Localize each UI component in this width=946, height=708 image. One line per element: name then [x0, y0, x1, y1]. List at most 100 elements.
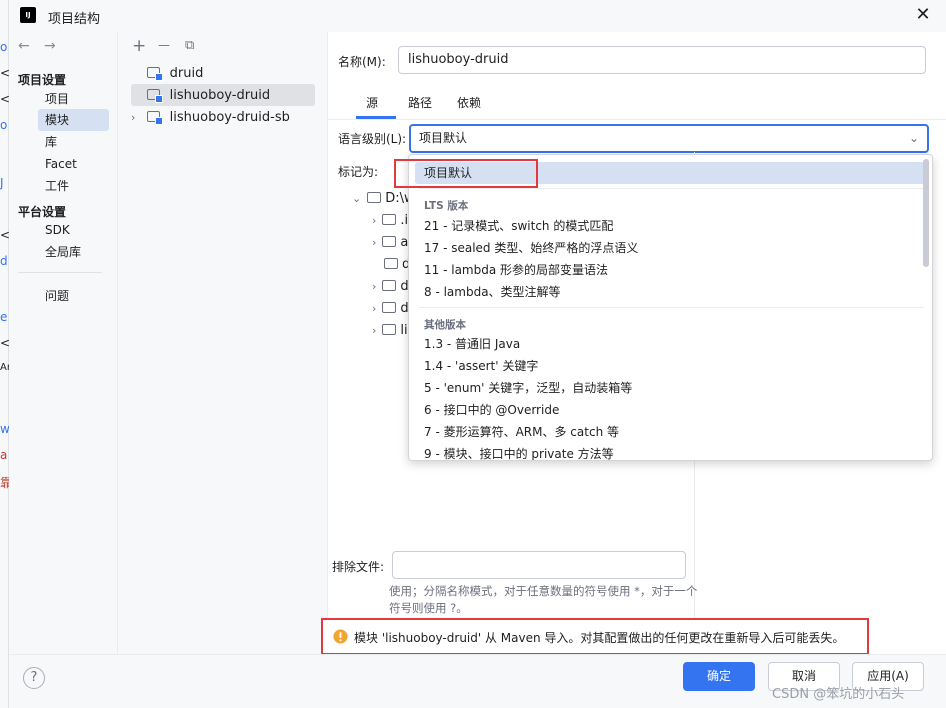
module-label: lishuoboy-druid: [169, 88, 271, 103]
chevron-right-icon: ›: [372, 324, 377, 337]
folder-icon: [382, 280, 397, 291]
bg-char: w: [0, 422, 9, 436]
folder-icon: [384, 258, 398, 269]
close-button[interactable]: ✕: [912, 5, 934, 27]
screen: o < < o J < d e < Ar w a 靠 IJ 项目结构 ✕ ← →…: [0, 0, 946, 708]
platform-settings-header: 平台设置: [18, 205, 67, 219]
remove-icon[interactable]: —: [158, 38, 170, 52]
ok-button[interactable]: 确定: [683, 662, 755, 691]
maven-import-warning: 模块 'lishuoboy-druid' 从 Maven 导入。对其配置做出的任…: [321, 618, 869, 655]
language-level-label: 语言级别(L):: [338, 132, 407, 146]
option-6[interactable]: 6 - 接口中的 @Override: [415, 399, 925, 421]
option-lts-8[interactable]: 8 - lambda、类型注解等: [415, 281, 925, 303]
tabs-divider: [328, 119, 946, 120]
tab-dependencies[interactable]: 依赖: [457, 94, 481, 111]
nav-item-sdks[interactable]: SDK: [38, 219, 109, 241]
bg-char: e: [0, 310, 8, 324]
nav-item-problems[interactable]: 问题: [38, 285, 109, 307]
bg-char: J: [0, 176, 4, 190]
language-level-value: 项目默认: [419, 131, 468, 145]
option-1-4[interactable]: 1.4 - 'assert' 关键字: [415, 355, 925, 377]
warning-text: 模块 'lishuoboy-druid' 从 Maven 导入。对其配置做出的任…: [354, 631, 845, 645]
nav-item-project[interactable]: 项目: [38, 88, 109, 110]
module-folder-icon: [146, 89, 163, 103]
folder-icon: [382, 302, 397, 313]
dropdown-separator: [419, 307, 924, 308]
bg-char: <: [0, 228, 9, 242]
chevron-right-icon: ›: [372, 280, 377, 293]
other-group-header: 其他版本: [424, 319, 466, 331]
language-level-dropdown: 项目默认 LTS 版本 21 - 记录模式、switch 的模式匹配 17 - …: [408, 154, 933, 461]
option-lts-17[interactable]: 17 - sealed 类型、始终严格的浮点语义: [415, 237, 925, 259]
project-settings-header: 项目设置: [18, 73, 67, 87]
lts-group-header: LTS 版本: [424, 200, 469, 212]
tab-sources[interactable]: 源: [366, 94, 378, 111]
option-1-3[interactable]: 1.3 - 普通旧 Java: [415, 333, 925, 355]
back-arrow-icon[interactable]: ←: [18, 38, 30, 54]
option-lts-21[interactable]: 21 - 记录模式、switch 的模式匹配: [415, 215, 925, 237]
name-label: 名称(M):: [338, 55, 386, 69]
bg-char: o: [0, 40, 8, 54]
dir-row[interactable]: › d: [372, 276, 409, 298]
bg-char: Ar: [0, 362, 9, 373]
tree-item-lishuoboy-druid-sb[interactable]: › lishuoboy-druid-sb: [131, 106, 315, 128]
option-lts-11[interactable]: 11 - lambda 形参的局部变量语法: [415, 259, 925, 281]
module-name-input[interactable]: lishuoboy-druid: [398, 46, 926, 74]
nav-divider: [18, 272, 102, 273]
dir-row[interactable]: › a:: [372, 232, 413, 254]
dir-row[interactable]: d: [384, 254, 410, 276]
title-bar: IJ 项目结构 ✕: [9, 0, 946, 32]
chevron-right-icon: ›: [372, 302, 377, 315]
folder-icon: [382, 236, 397, 247]
dropdown-separator: [419, 188, 924, 189]
dir-row[interactable]: › d: [372, 298, 409, 320]
settings-nav: ← → 项目设置 项目 模块 库 Facet 工件 平台设置 SDK 全局库 问…: [9, 32, 117, 654]
tab-paths[interactable]: 路径: [408, 94, 432, 111]
option-9[interactable]: 9 - 模块、接口中的 private 方法等: [415, 443, 925, 460]
module-label: lishuoboy-druid-sb: [169, 110, 290, 125]
bg-char: d: [0, 254, 8, 268]
module-folder-icon: [146, 67, 163, 81]
chevron-right-icon: ›: [372, 236, 377, 249]
folder-icon: [382, 324, 397, 335]
bg-char: 靠: [0, 476, 9, 490]
dropdown-scrollbar[interactable]: [923, 159, 929, 267]
mark-as-label: 标记为:: [338, 165, 379, 179]
warning-icon: [333, 629, 348, 644]
tree-item-lishuoboy-druid[interactable]: lishuoboy-druid: [131, 84, 315, 106]
exclude-files-hint: 使用；分隔名称模式，对于任意数量的符号使用 *，对于一个符号则使用 ?。: [389, 584, 698, 615]
nav-item-facets[interactable]: Facet: [38, 153, 109, 175]
exclude-files-input[interactable]: [392, 551, 686, 579]
copy-icon[interactable]: ⧉: [185, 38, 194, 53]
bg-char: a: [0, 448, 8, 462]
dialog-title: 项目结构: [48, 12, 101, 27]
module-folder-icon: [146, 111, 163, 125]
bg-char: <: [0, 66, 9, 80]
help-button[interactable]: ?: [23, 667, 45, 689]
add-icon[interactable]: +: [132, 36, 146, 56]
dialog-footer: ? 确定 取消 应用(A) CSDN @笨坑的小石头: [9, 654, 946, 708]
nav-item-global-libraries[interactable]: 全局库: [38, 241, 109, 263]
chevron-right-icon[interactable]: ›: [131, 107, 143, 129]
forward-arrow-icon[interactable]: →: [44, 38, 56, 54]
dir-root-row[interactable]: ⌄ D:\w: [352, 188, 415, 210]
chevron-down-icon: ⌄: [352, 192, 362, 205]
intellij-logo-icon: IJ: [20, 7, 36, 23]
exclude-files-label: 排除文件:: [332, 560, 385, 574]
tree-item-druid[interactable]: druid: [131, 62, 315, 84]
chevron-down-icon: ⌄: [908, 131, 919, 145]
bg-char: <: [0, 336, 9, 350]
folder-icon: [382, 214, 397, 225]
bg-char: o: [0, 118, 8, 132]
nav-item-artifacts[interactable]: 工件: [38, 175, 109, 197]
nav-item-libraries[interactable]: 库: [38, 131, 109, 153]
annotation-highlight-frame: [394, 159, 538, 188]
module-tree-panel: + — ⧉ druid lishuoboy-druid › lishuoboy-…: [117, 32, 327, 654]
nav-item-modules[interactable]: 模块: [38, 109, 109, 131]
option-5[interactable]: 5 - 'enum' 关键字，泛型，自动装箱等: [415, 377, 925, 399]
option-7[interactable]: 7 - 菱形运算符、ARM、多 catch 等: [415, 421, 925, 443]
language-level-select[interactable]: 项目默认 ⌄: [409, 124, 929, 153]
csdn-watermark: CSDN @笨坑的小石头: [772, 687, 905, 702]
bg-char: <: [0, 92, 9, 106]
module-label: druid: [169, 66, 204, 81]
